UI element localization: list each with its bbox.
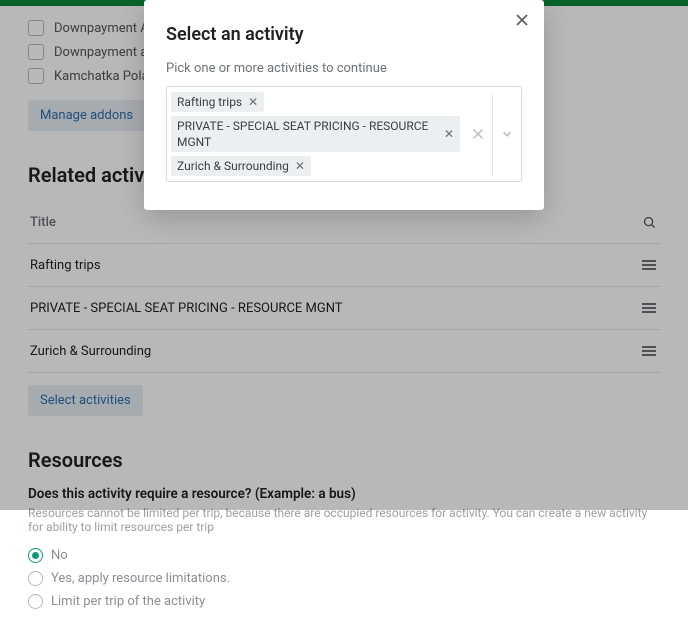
chip-remove-icon[interactable]: ✕ [444, 126, 454, 142]
resource-option[interactable]: Limit per trip of the activity [28, 590, 660, 613]
radio-label: Limit per trip of the activity [51, 594, 205, 609]
chip-label: Rafting trips [177, 94, 242, 110]
modal-title: Select an activity [166, 24, 522, 45]
chevron-down-icon[interactable] [493, 127, 521, 141]
radio-label: Yes, apply resource limitations. [51, 571, 230, 586]
resource-option[interactable]: No [28, 544, 660, 567]
radio[interactable] [28, 571, 43, 586]
resources-help: Resources cannot be limited per trip, be… [28, 506, 660, 534]
radio-selected[interactable] [28, 548, 43, 563]
close-icon[interactable] [510, 8, 534, 32]
select-activity-modal: Select an activity Pick one or more acti… [144, 0, 544, 210]
chip-label: Zurich & Surrounding [177, 158, 289, 174]
chip-remove-icon[interactable]: ✕ [248, 94, 258, 110]
chip-container[interactable]: Rafting trips ✕ PRIVATE - SPECIAL SEAT P… [167, 87, 464, 181]
clear-all-icon[interactable] [464, 127, 492, 141]
resource-option[interactable]: Yes, apply resource limitations. [28, 567, 660, 590]
chip: PRIVATE - SPECIAL SEAT PRICING - RESOURC… [171, 116, 460, 152]
chip: Zurich & Surrounding ✕ [171, 156, 311, 176]
modal-subtitle: Pick one or more activities to continue [166, 61, 522, 76]
combo-controls [464, 87, 521, 181]
chip: Rafting trips ✕ [171, 92, 264, 112]
radio[interactable] [28, 594, 43, 609]
chip-label: PRIVATE - SPECIAL SEAT PRICING - RESOURC… [177, 118, 438, 150]
modal-overlay[interactable]: Select an activity Pick one or more acti… [0, 0, 688, 510]
chip-remove-icon[interactable]: ✕ [295, 158, 305, 174]
activity-multiselect[interactable]: Rafting trips ✕ PRIVATE - SPECIAL SEAT P… [166, 86, 522, 182]
radio-label: No [51, 548, 68, 563]
